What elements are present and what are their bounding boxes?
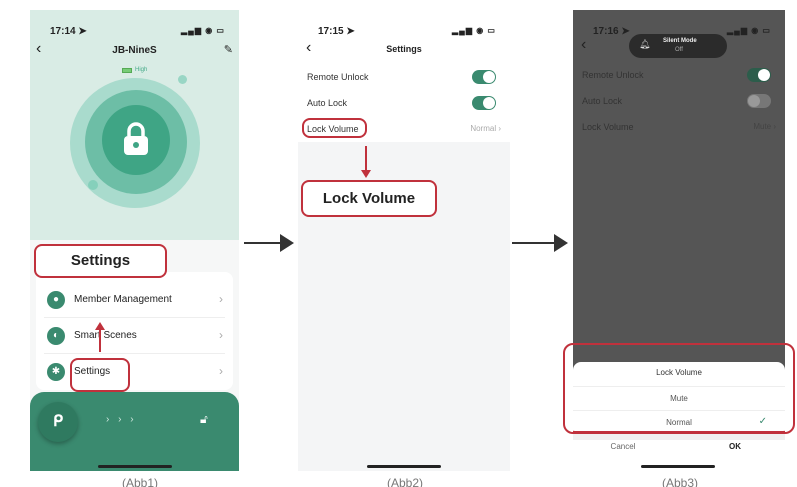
settings-highlight	[70, 358, 130, 392]
status-bar: 17:15 ➤ ▂▄▆ ◉ ▭	[298, 26, 510, 40]
battery-icon	[122, 67, 132, 73]
home-indicator	[641, 465, 715, 468]
menu-item-label: Smart Scenes	[74, 330, 137, 341]
pointer-arrow-head	[95, 322, 105, 330]
cancel-button[interactable]: Cancel	[593, 442, 653, 451]
row-value: Normal ›	[470, 124, 501, 133]
decor-dot	[178, 75, 187, 84]
phone-screen-1: 17:14 ➤ ▂▄▆ ◉ ▭ ‹ JB-NineS ✎ High ● Memb…	[30, 10, 239, 471]
back-button[interactable]: ‹	[581, 36, 586, 54]
decor-dot	[88, 180, 98, 190]
chevron-right-icon: ›	[219, 292, 223, 306]
status-icons: ▂▄▆ ◉ ▭	[181, 26, 225, 35]
toast-title: Silent Mode	[663, 38, 697, 44]
status-icons: ▂▄▆ ◉ ▭	[452, 26, 496, 35]
ok-button[interactable]: OK	[705, 442, 765, 451]
caption-2: (Abb2)	[386, 476, 424, 487]
row-remote-unlock[interactable]: Remote Unlock	[298, 64, 510, 90]
row-label: Lock Volume	[582, 122, 634, 132]
phone-screen-2: 17:15 ➤ ▂▄▆ ◉ ▭ ‹ Settings Remote Unlock…	[298, 10, 510, 471]
home-indicator	[367, 465, 441, 468]
row-remote-unlock[interactable]: Remote Unlock	[573, 62, 785, 88]
chevron-right-icon: ›	[219, 364, 223, 378]
remote-unlock-toggle[interactable]	[472, 70, 496, 84]
bell-icon: 🔔︎	[639, 39, 651, 49]
flow-arrow-2	[512, 234, 568, 252]
row-label: Auto Lock	[582, 96, 623, 106]
key-button[interactable]: ᑭ	[38, 402, 78, 442]
caption-3: (Abb3)	[661, 476, 699, 487]
pointer-arrow	[365, 146, 367, 170]
status-time: 17:15 ➤	[318, 26, 355, 37]
status-time: 17:16 ➤	[593, 26, 630, 37]
pointer-arrow-head	[361, 170, 371, 178]
battery-label: High	[135, 67, 148, 73]
chevron-right-icon: ›	[219, 328, 223, 342]
unlock-icon: 🔓︎	[200, 412, 208, 426]
user-icon: ●	[47, 291, 65, 309]
status-time: 17:14 ➤	[50, 26, 87, 37]
lock-volume-callout: Lock Volume	[301, 180, 437, 217]
row-lock-volume[interactable]: Lock Volume Mute ›	[573, 114, 785, 140]
pointer-arrow	[99, 328, 101, 352]
key-icon: ᑭ	[52, 413, 64, 430]
swipe-hint: › › ›	[106, 414, 137, 425]
battery-indicator: High	[122, 67, 147, 73]
toast-sub: Off	[675, 47, 683, 53]
edit-icon[interactable]: ✎	[224, 43, 233, 56]
lock-icon	[124, 122, 148, 155]
sheet-divider	[573, 434, 785, 440]
lock-button[interactable]	[102, 105, 170, 175]
callout-label: Lock Volume	[322, 190, 416, 207]
gear-icon: ✱	[47, 363, 65, 381]
menu-item-member-management[interactable]: ● Member Management ›	[44, 288, 225, 318]
flow-arrow-1	[244, 234, 294, 252]
callout-label: Settings	[70, 252, 131, 269]
row-auto-lock[interactable]: Auto Lock	[573, 88, 785, 114]
row-value: Mute ›	[753, 122, 776, 131]
unlock-slider[interactable]: ᑭ › › › 🔓︎	[30, 392, 239, 471]
remote-unlock-toggle[interactable]	[747, 68, 771, 82]
row-label: Remote Unlock	[582, 70, 644, 80]
auto-lock-toggle[interactable]	[472, 96, 496, 110]
status-icons: ▂▄▆ ◉ ▭	[727, 26, 771, 35]
scene-toggle-icon: ◐	[47, 327, 65, 345]
caption-1: (Abb1)	[121, 476, 159, 487]
silent-mode-toast: 🔔︎ Silent Mode Off	[629, 34, 727, 58]
home-indicator	[98, 465, 172, 468]
status-bar: 17:14 ➤ ▂▄▆ ◉ ▭	[30, 26, 239, 40]
menu-item-label: Member Management	[74, 294, 172, 305]
row-auto-lock[interactable]: Auto Lock	[298, 90, 510, 116]
auto-lock-toggle[interactable]	[747, 94, 771, 108]
menu-item-smart-scenes[interactable]: ◐ Smart Scenes ›	[44, 324, 225, 354]
page-title: Settings	[386, 44, 422, 54]
settings-callout: Settings	[34, 244, 167, 278]
settings-list: Remote Unlock Auto Lock Lock Volume Mute…	[573, 62, 785, 140]
row-label: Auto Lock	[307, 98, 348, 108]
row-label: Remote Unlock	[307, 72, 369, 82]
lock-volume-highlight	[302, 118, 367, 138]
device-title: JB-NineS	[112, 45, 157, 56]
sheet-highlight-outer	[563, 343, 795, 434]
